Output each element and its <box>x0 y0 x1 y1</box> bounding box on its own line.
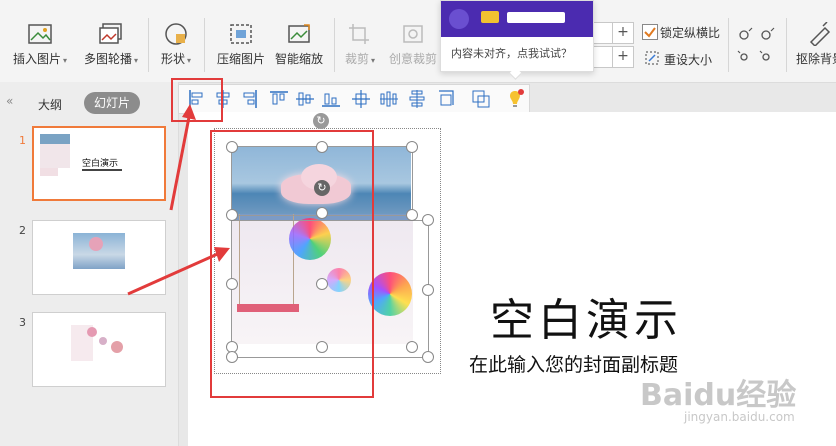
baidu-watermark: Baidu经验 <box>640 378 797 413</box>
watermark-url: jingyan.baidu.com <box>684 410 795 424</box>
